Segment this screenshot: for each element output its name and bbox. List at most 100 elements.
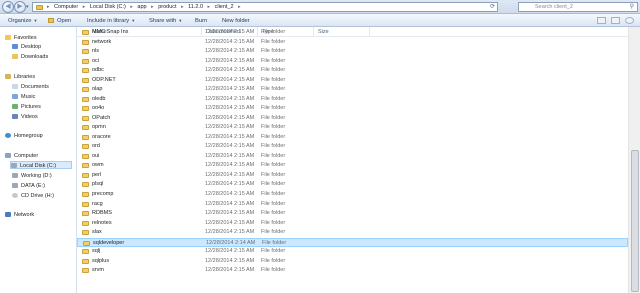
table-row[interactable]: network 12/28/2014 2:15 AM File folder: [77, 38, 628, 47]
folder-icon: [82, 211, 89, 217]
table-row[interactable]: perl 12/28/2014 2:15 AM File folder: [77, 171, 628, 180]
nav-downloads[interactable]: Downloads: [12, 53, 48, 61]
breadcrumb-computer[interactable]: Computer: [54, 4, 78, 10]
address-field[interactable]: ▸ Computer ▸ Local Disk (C:) ▸ app ▸ pro…: [32, 2, 498, 12]
folder-icon: [82, 87, 89, 93]
organize-button[interactable]: Organize ▼: [8, 17, 38, 25]
table-row[interactable]: srvm 12/28/2014 2:15 AM File folder: [77, 266, 628, 275]
file-type: File folder: [261, 57, 286, 64]
change-view-icon[interactable]: [597, 17, 606, 24]
computer-icon: [36, 5, 43, 10]
nav-music[interactable]: Music: [12, 93, 35, 101]
breadcrumb-local-disk[interactable]: Local Disk (C:): [90, 4, 126, 10]
recent-pages-chevron-icon[interactable]: ▾: [26, 4, 29, 10]
search-input[interactable]: Search client_2 ⚲: [518, 2, 638, 12]
table-row[interactable]: ODP.NET 12/28/2014 2:15 AM File folder: [77, 76, 628, 85]
nav-local-disk[interactable]: Local Disk (C:): [10, 161, 72, 169]
file-date-modified: 12/28/2014 2:15 AM: [205, 29, 255, 35]
breadcrumb-product[interactable]: product: [158, 4, 176, 10]
new-folder-button[interactable]: New folder: [222, 17, 250, 25]
breadcrumb-version[interactable]: 11.2.0: [188, 4, 203, 10]
table-row[interactable]: sqlj 12/28/2014 2:15 AM File folder: [77, 247, 628, 256]
table-row[interactable]: nls 12/28/2014 2:15 AM File folder: [77, 47, 628, 56]
file-name: owm: [92, 162, 104, 169]
burn-button[interactable]: Burn: [195, 17, 207, 25]
folder-icon: [82, 153, 89, 159]
search-icon: ⚲: [629, 4, 634, 10]
file-date-modified: 12/28/2014 2:15 AM: [205, 248, 255, 255]
table-row[interactable]: ord 12/28/2014 2:15 AM File folder: [77, 142, 628, 151]
file-name: racg: [92, 200, 103, 207]
scrollbar-thumb[interactable]: [631, 150, 639, 292]
homegroup-icon: [5, 133, 11, 138]
file-date-modified: 12/28/2014 2:15 AM: [205, 229, 255, 236]
nav-cd-drive[interactable]: CD Drive (H:): [12, 192, 54, 200]
folder-icon: [82, 39, 89, 45]
table-row[interactable]: oci 12/28/2014 2:15 AM File folder: [77, 57, 628, 66]
libraries-icon: [5, 74, 11, 79]
table-row[interactable]: MMC Snap Ins 12/28/2014 2:15 AM File folde…: [77, 28, 628, 37]
desktop-icon: [12, 44, 18, 49]
table-row[interactable]: racg 12/28/2014 2:15 AM File folder: [77, 200, 628, 209]
share-with-button[interactable]: Share with ▼: [149, 17, 182, 25]
folder-icon: [82, 125, 89, 131]
nav-computer[interactable]: Computer: [5, 152, 38, 160]
table-row[interactable]: OPatch 12/28/2014 2:15 AM File folder: [77, 114, 628, 123]
file-date-modified: 12/28/2014 2:15 AM: [205, 114, 255, 121]
file-date-modified: 12/28/2014 2:15 AM: [205, 38, 255, 45]
refresh-icon[interactable]: ⟳: [490, 3, 500, 11]
nav-videos[interactable]: Videos: [12, 113, 38, 121]
nav-libraries[interactable]: Libraries: [5, 73, 35, 81]
file-type: File folder: [261, 191, 286, 197]
file-type: File folder: [261, 162, 286, 169]
table-row[interactable]: odbc 12/28/2014 2:15 AM File folder: [77, 66, 628, 75]
breadcrumb-app[interactable]: app: [137, 4, 146, 10]
breadcrumb-client-2[interactable]: client_2: [215, 4, 234, 10]
nav-homegroup[interactable]: Homegroup: [5, 132, 43, 140]
open-button[interactable]: Open: [48, 17, 71, 25]
include-in-library-button[interactable]: Include in library ▼: [87, 17, 135, 25]
file-name: nls: [92, 48, 100, 55]
table-row[interactable]: sqlplus 12/28/2014 2:15 AM File folder: [77, 257, 628, 266]
file-date-modified: 12/28/2014 2:15 AM: [205, 124, 255, 131]
table-row[interactable]: oui 12/28/2014 2:15 AM File folder: [77, 152, 628, 161]
file-type: File folder: [261, 67, 286, 74]
table-row[interactable]: RDBMS 12/28/2014 2:15 AM File folder: [77, 209, 628, 218]
nav-working-drive[interactable]: Working (D:): [12, 172, 52, 180]
file-type: File folder: [261, 257, 286, 264]
nav-network[interactable]: Network: [5, 211, 34, 219]
folder-icon: [82, 49, 89, 55]
table-row[interactable]: relnotes 12/28/2014 2:15 AM File folder: [77, 219, 628, 228]
table-row[interactable]: owm 12/28/2014 2:15 AM File folder: [77, 161, 628, 170]
table-row[interactable]: slax 12/28/2014 2:15 AM File folder: [77, 228, 628, 237]
table-row[interactable]: sqldeveloper 12/28/2014 2:14 AM File folde…: [77, 237, 628, 247]
file-date-modified: 12/28/2014 2:15 AM: [205, 57, 255, 64]
nav-desktop[interactable]: Desktop: [12, 43, 41, 51]
file-name: sqlj: [92, 248, 101, 255]
nav-favorites[interactable]: Favorites: [5, 34, 37, 42]
file-type: File folder: [261, 267, 286, 274]
table-row[interactable]: plsql 12/28/2014 2:15 AM File folder: [77, 180, 628, 189]
file-type: File folder: [261, 229, 286, 236]
file-type: File folder: [261, 114, 286, 121]
vertical-scrollbar[interactable]: [628, 27, 640, 293]
table-row[interactable]: precomp 12/28/2014 2:15 AM File folder: [77, 190, 628, 199]
folder-icon: [82, 268, 89, 274]
dropdown-caret-icon: ▼: [178, 18, 183, 23]
help-icon[interactable]: [625, 17, 634, 24]
file-type: File folder: [261, 133, 286, 140]
folder-icon: [82, 134, 89, 140]
forward-button[interactable]: ▶: [14, 1, 26, 13]
back-button[interactable]: ◀: [2, 1, 14, 13]
preview-pane-icon[interactable]: [611, 17, 620, 24]
folder-icon: [82, 163, 89, 169]
table-row[interactable]: olap 12/28/2014 2:15 AM File folder: [77, 85, 628, 94]
table-row[interactable]: oracore 12/28/2014 2:15 AM File folder: [77, 133, 628, 142]
table-row[interactable]: oledb 12/28/2014 2:15 AM File folder: [77, 95, 628, 104]
nav-data-drive[interactable]: DATA (E:): [12, 182, 45, 190]
table-row[interactable]: opmn 12/28/2014 2:15 AM File folder: [77, 123, 628, 132]
table-row[interactable]: oo4o 12/28/2014 2:15 AM File folder: [77, 104, 628, 113]
nav-pictures[interactable]: Pictures: [12, 103, 41, 111]
nav-documents[interactable]: Documents: [12, 83, 49, 91]
file-name: precomp: [92, 191, 114, 197]
